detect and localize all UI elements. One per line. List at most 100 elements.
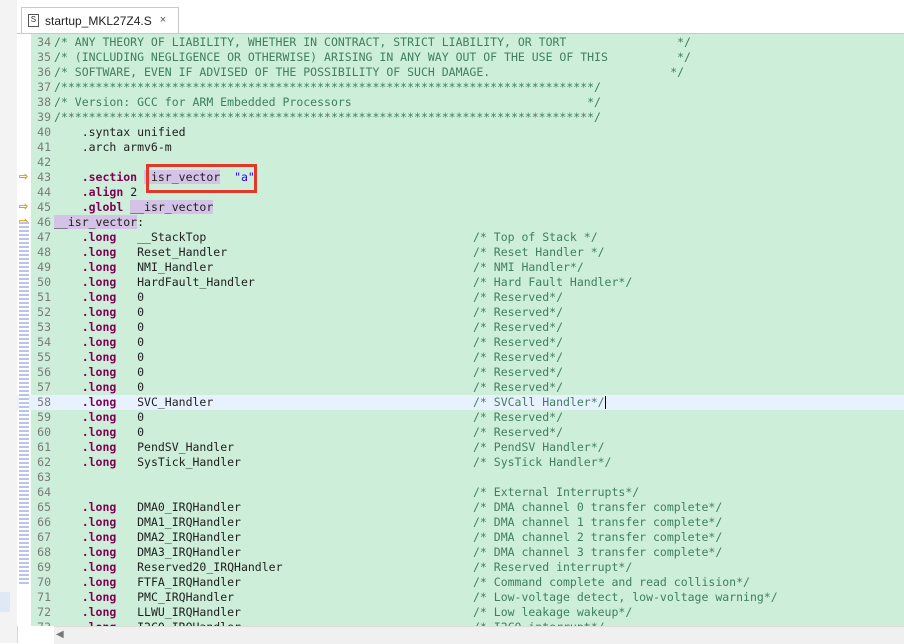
assembly-file-icon: S bbox=[28, 14, 39, 27]
code-line[interactable]: 41 .arch armv6-m bbox=[17, 140, 904, 155]
directive-argument: __isr_vector bbox=[130, 200, 214, 214]
line-number: 67 bbox=[37, 530, 51, 544]
operand: 0 bbox=[137, 320, 145, 334]
long-keyword: .long bbox=[81, 305, 117, 319]
code-line[interactable]: 47 .long __StackTop /* Top of Stack */ bbox=[17, 230, 904, 245]
code-line[interactable]: 66 .long DMA1_IRQHandler /* DMA channel 1… bbox=[17, 515, 904, 530]
long-directive: .long 0 bbox=[54, 380, 144, 395]
code-line[interactable]: 38/* Version: GCC for ARM Embedded Proce… bbox=[17, 95, 904, 110]
long-directive: .long 0 bbox=[54, 425, 144, 440]
close-icon[interactable]: × bbox=[160, 15, 166, 26]
operand: PendSV_Handler bbox=[137, 440, 235, 454]
code-line[interactable]: 40 .syntax unified bbox=[17, 125, 904, 140]
code-comment: /* ANY THEORY OF LIABILITY, WHETHER IN C… bbox=[54, 35, 691, 49]
inline-comment: /* Low leakage wakeup*/ bbox=[473, 605, 633, 619]
long-directive: .long 0 bbox=[54, 350, 144, 365]
line-number: 47 bbox=[37, 230, 51, 244]
code-line[interactable]: 55 .long 0 /* Reserved*/ bbox=[17, 350, 904, 365]
line-number: 72 bbox=[37, 605, 51, 619]
code-line[interactable]: 62 .long SysTick_Handler /* SysTick Handl… bbox=[17, 455, 904, 470]
text-cursor bbox=[604, 396, 606, 409]
code-line[interactable]: 36/* SOFTWARE, EVEN IF ADVISED OF THE PO… bbox=[17, 65, 904, 80]
code-line[interactable]: 46 __isr_vector: bbox=[17, 215, 904, 230]
long-directive: .long DMA2_IRQHandler bbox=[54, 530, 241, 545]
horizontal-scrollbar[interactable]: ◀ bbox=[54, 626, 904, 644]
long-directive: .long 0 bbox=[54, 335, 144, 350]
code-line[interactable]: 48 .long Reset_Handler /* Reset Handler *… bbox=[17, 245, 904, 260]
long-keyword: .long bbox=[81, 395, 117, 409]
inline-comment: /* Reserved*/ bbox=[473, 335, 564, 349]
code-line[interactable]: 64 /* External Interrupts*/ bbox=[17, 485, 904, 500]
code-line[interactable]: 53 .long 0 /* Reserved*/ bbox=[17, 320, 904, 335]
scroll-left-icon[interactable]: ◀ bbox=[56, 629, 64, 640]
tab-filename: startup_MKL27Z4.S bbox=[45, 13, 152, 28]
overview-ruler-stripe bbox=[19, 222, 29, 584]
line-number: 69 bbox=[37, 560, 51, 574]
long-keyword: .long bbox=[81, 560, 117, 574]
code-comment: /***************************************… bbox=[54, 80, 601, 94]
code-line[interactable]: 68 .long DMA3_IRQHandler /* DMA channel 3… bbox=[17, 545, 904, 560]
code-editor[interactable]: 34/* ANY THEORY OF LIABILITY, WHETHER IN… bbox=[17, 34, 904, 626]
operand: DMA3_IRQHandler bbox=[137, 545, 241, 559]
editor-tab-startup[interactable]: S startup_MKL27Z4.S × bbox=[21, 7, 179, 33]
code-line[interactable]: 56 .long 0 /* Reserved*/ bbox=[17, 365, 904, 380]
code-line[interactable]: 51 .long 0 /* Reserved*/ bbox=[17, 290, 904, 305]
code-line[interactable]: 49 .long NMI_Handler /* NMI Handler*/ bbox=[17, 260, 904, 275]
operand: 0 bbox=[137, 290, 145, 304]
operand: 0 bbox=[137, 410, 145, 424]
long-directive: .long Reserved20_IRQHandler bbox=[54, 560, 283, 575]
line-number: 60 bbox=[37, 425, 51, 439]
left-panel-edge bbox=[0, 0, 18, 643]
operand: 0 bbox=[137, 305, 145, 319]
code-line[interactable]: 54 .long 0 /* Reserved*/ bbox=[17, 335, 904, 350]
line-number: 68 bbox=[37, 545, 51, 559]
code-line[interactable]: 57 .long 0 /* Reserved*/ bbox=[17, 380, 904, 395]
code-line[interactable]: 45 .globl __isr_vector bbox=[17, 200, 904, 215]
code-line[interactable]: 58 .long SVC_Handler /* SVCall Handler*/ bbox=[17, 395, 904, 410]
line-number: 51 bbox=[37, 290, 51, 304]
code-line[interactable]: 70 .long FTFA_IRQHandler /* Command compl… bbox=[17, 575, 904, 590]
line-number: 40 bbox=[37, 125, 51, 139]
code-line[interactable]: 50 .long HardFault_Handler /* Hard Fault … bbox=[17, 275, 904, 290]
long-keyword: .long bbox=[81, 545, 117, 559]
operand: DMA1_IRQHandler bbox=[137, 515, 241, 529]
directive-keyword: .align bbox=[81, 185, 124, 199]
code-line[interactable]: 71 .long PMC_IRQHandler /* Low-voltage de… bbox=[17, 590, 904, 605]
search-result-marker-icon: ⇨ bbox=[19, 201, 29, 213]
code-line[interactable]: 65 .long DMA0_IRQHandler /* DMA channel 0… bbox=[17, 500, 904, 515]
code-line[interactable]: 72 .long LLWU_IRQHandler /* Low leakage w… bbox=[17, 605, 904, 620]
line-number: 63 bbox=[37, 470, 51, 484]
long-keyword: .long bbox=[81, 425, 117, 439]
code-line[interactable]: 59 .long 0 /* Reserved*/ bbox=[17, 410, 904, 425]
inline-comment: /* DMA channel 2 transfer complete*/ bbox=[473, 530, 723, 544]
line-number: 53 bbox=[37, 320, 51, 334]
operand: 0 bbox=[137, 350, 145, 364]
code-line[interactable]: 34/* ANY THEORY OF LIABILITY, WHETHER IN… bbox=[17, 35, 904, 50]
code-line[interactable]: 69 .long Reserved20_IRQHandler /* Reserve… bbox=[17, 560, 904, 575]
directive-statement: .globl __isr_vector bbox=[54, 200, 214, 215]
operand: 0 bbox=[137, 425, 145, 439]
inline-comment: /* Reserved*/ bbox=[473, 350, 564, 364]
code-line[interactable]: 61 .long PendSV_Handler /* PendSV Handler… bbox=[17, 440, 904, 455]
operand: DMA2_IRQHandler bbox=[137, 530, 241, 544]
line-number: 64 bbox=[37, 485, 51, 499]
operand: HardFault_Handler bbox=[137, 275, 255, 289]
long-keyword: .long bbox=[81, 380, 117, 394]
code-line[interactable]: 37/*************************************… bbox=[17, 80, 904, 95]
operand: LLWU_IRQHandler bbox=[137, 605, 241, 619]
line-number: 66 bbox=[37, 515, 51, 529]
directive-statement: .align 2 bbox=[54, 185, 137, 200]
code-line[interactable]: 39/*************************************… bbox=[17, 110, 904, 125]
code-line[interactable]: 67 .long DMA2_IRQHandler /* DMA channel 2… bbox=[17, 530, 904, 545]
code-line[interactable]: 60 .long 0 /* Reserved*/ bbox=[17, 425, 904, 440]
code-line[interactable]: 35/* (INCLUDING NEGLIGENCE OR OTHERWISE)… bbox=[17, 50, 904, 65]
line-number: 39 bbox=[37, 110, 51, 124]
editor-tab-bar: S startup_MKL27Z4.S × bbox=[17, 0, 904, 34]
long-directive: .long 0 bbox=[54, 410, 144, 425]
code-line[interactable]: 63 bbox=[17, 470, 904, 485]
long-keyword: .long bbox=[81, 320, 117, 334]
long-keyword: .long bbox=[81, 290, 117, 304]
long-keyword: .long bbox=[81, 350, 117, 364]
inline-comment: /* Reset Handler */ bbox=[473, 245, 605, 259]
code-line[interactable]: 52 .long 0 /* Reserved*/ bbox=[17, 305, 904, 320]
